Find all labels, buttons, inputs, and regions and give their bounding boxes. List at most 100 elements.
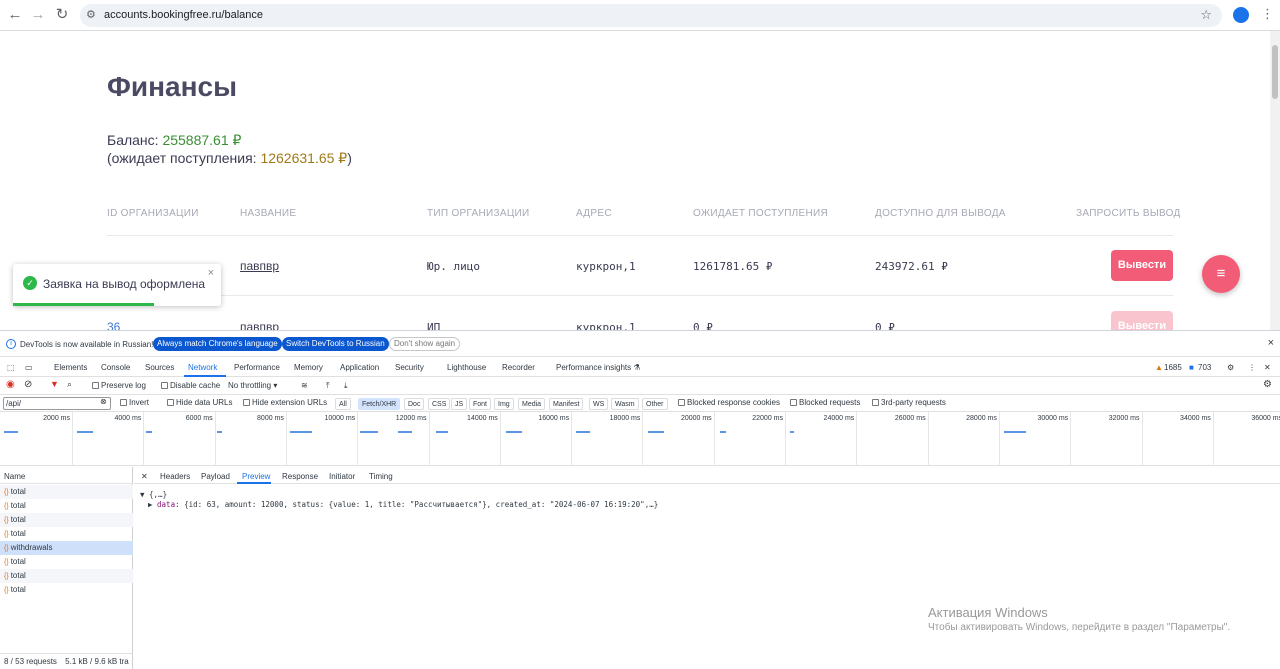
browser-menu-icon[interactable]: ⋮ xyxy=(1261,6,1274,22)
tab-memory[interactable]: Memory xyxy=(294,363,323,372)
notes-fab-icon[interactable]: ≡ xyxy=(1202,255,1240,293)
messages-count[interactable]: 703 xyxy=(1198,363,1211,372)
col-header-request: ЗАПРОСИТЬ ВЫВОД xyxy=(1076,208,1181,219)
device-toolbar-icon[interactable]: ▭ xyxy=(25,363,33,372)
type-filter-css[interactable]: CSS xyxy=(428,398,451,410)
site-settings-icon[interactable]: ⚙ xyxy=(86,8,96,21)
inspect-element-icon[interactable]: ⬚ xyxy=(7,363,15,372)
warning-icon[interactable]: ▲ xyxy=(1155,363,1163,372)
json-data-node[interactable]: ▶ data: {id: 63, amount: 12000, status: … xyxy=(148,500,658,509)
row1-name-link[interactable]: павпвр xyxy=(240,259,279,273)
type-filter-ws[interactable]: WS xyxy=(589,398,609,410)
withdraw-button-disabled[interactable]: Вывести xyxy=(1111,311,1173,330)
always-match-language-button[interactable]: Always match Chrome's language xyxy=(153,337,282,351)
url-text[interactable]: accounts.bookingfree.ru/balance xyxy=(104,9,263,21)
toast-close-icon[interactable]: × xyxy=(208,267,214,279)
preserve-log-checkbox[interactable]: Preserve log xyxy=(92,381,146,390)
row2-name-link[interactable]: павпвр xyxy=(240,320,279,330)
detail-tab-response[interactable]: Response xyxy=(282,472,318,481)
reload-icon[interactable]: ↻ xyxy=(53,6,71,24)
type-filter-manifest[interactable]: Manifest xyxy=(549,398,584,410)
tab-performance-insights[interactable]: Performance insights ⚗ xyxy=(556,363,641,372)
detail-tab-headers[interactable]: Headers xyxy=(160,472,190,481)
detail-tab-timing[interactable]: Timing xyxy=(369,472,393,481)
type-filter-media[interactable]: Media xyxy=(518,398,546,410)
type-filter-font[interactable]: Font xyxy=(469,398,492,410)
page-scrollbar[interactable] xyxy=(1270,31,1280,330)
bookmark-star-icon[interactable]: ☆ xyxy=(1200,7,1212,23)
json-root-node[interactable]: ▼ {,…} xyxy=(140,490,167,499)
profile-avatar[interactable] xyxy=(1233,7,1249,23)
export-har-icon[interactable]: ⤓ xyxy=(344,381,348,391)
tab-network[interactable]: Network xyxy=(188,363,217,372)
devtools-menu-icon[interactable]: ⋮ xyxy=(1248,363,1256,372)
detail-tab-payload[interactable]: Payload xyxy=(201,472,230,481)
hide-data-urls-checkbox[interactable]: Hide data URLs xyxy=(167,398,232,407)
detail-tab-initiator[interactable]: Initiator xyxy=(329,472,355,481)
tab-security[interactable]: Security xyxy=(395,363,424,372)
devtools-settings-gear-icon[interactable]: ⚙ xyxy=(1227,363,1234,372)
type-filter-js[interactable]: JS xyxy=(451,398,468,410)
clear-icon[interactable]: ⊘ xyxy=(24,379,32,390)
request-row[interactable]: {} total xyxy=(0,527,133,541)
tab-lighthouse[interactable]: Lighthouse xyxy=(447,363,486,372)
blocked-cookies-checkbox[interactable]: Blocked response cookies xyxy=(678,398,780,407)
type-filter-doc[interactable]: Doc xyxy=(404,398,425,410)
messages-icon[interactable]: ■ xyxy=(1189,363,1194,372)
blocked-requests-checkbox[interactable]: Blocked requests xyxy=(790,398,860,407)
timeline-gridline xyxy=(357,412,359,466)
request-name: total xyxy=(10,529,26,538)
detail-close-icon[interactable]: ✕ xyxy=(141,472,148,481)
tab-application[interactable]: Application xyxy=(340,363,379,372)
network-conditions-icon[interactable]: ≋ xyxy=(301,381,308,390)
request-row[interactable]: {} total xyxy=(0,499,133,513)
network-settings-gear-icon[interactable]: ⚙ xyxy=(1263,379,1272,390)
tab-performance[interactable]: Performance xyxy=(234,363,280,372)
name-column-header[interactable]: Name xyxy=(0,467,133,484)
tab-console[interactable]: Console xyxy=(101,363,130,372)
request-row[interactable]: {} total xyxy=(0,583,133,597)
json-expand-arrow[interactable]: ▶ xyxy=(148,500,157,509)
tab-sources[interactable]: Sources xyxy=(145,363,174,372)
hide-extension-urls-checkbox[interactable]: Hide extension URLs xyxy=(243,398,327,407)
disable-cache-checkbox[interactable]: Disable cache xyxy=(161,381,220,390)
timeline-tick-label: 18000 ms xyxy=(609,415,641,422)
scrollbar-thumb[interactable] xyxy=(1272,45,1278,99)
clear-filter-icon[interactable]: ⊗ xyxy=(100,397,107,406)
timeline-tick-label: 22000 ms xyxy=(752,415,783,422)
request-row[interactable]: {} withdrawals xyxy=(0,541,133,555)
tab-recorder[interactable]: Recorder xyxy=(502,363,535,372)
timeline-request-bar xyxy=(146,431,152,433)
type-filter-all[interactable]: All xyxy=(335,398,351,410)
type-filter-img[interactable]: Img xyxy=(494,398,514,410)
filter-icon[interactable]: ▼ xyxy=(50,379,59,389)
request-row[interactable]: {} total xyxy=(0,513,133,527)
network-timeline-overview[interactable]: 2000 ms 4000 ms 6000 ms 8000 ms 10000 ms 1200… xyxy=(0,412,1280,466)
request-row[interactable]: {} total xyxy=(0,569,133,583)
devtools-close-icon[interactable]: ✕ xyxy=(1264,363,1271,372)
xhr-icon: {} xyxy=(4,503,9,510)
detail-tab-preview[interactable]: Preview xyxy=(242,472,270,481)
type-filter-fetch-xhr[interactable]: Fetch/XHR xyxy=(358,398,401,410)
type-filter-wasm[interactable]: Wasm xyxy=(611,398,639,410)
throttling-select[interactable]: No throttling ▾ xyxy=(228,381,277,390)
back-icon[interactable]: ← xyxy=(6,6,24,24)
record-icon[interactable]: ◉ xyxy=(6,379,15,390)
third-party-checkbox[interactable]: 3rd-party requests xyxy=(872,398,946,407)
row2-id[interactable]: 36 xyxy=(107,320,120,330)
request-row[interactable]: {} total xyxy=(0,555,133,569)
forward-icon[interactable]: → xyxy=(29,6,47,24)
request-row[interactable]: {} total xyxy=(0,485,133,499)
dont-show-again-button[interactable]: Don't show again xyxy=(389,337,461,351)
warning-count[interactable]: 1685 xyxy=(1164,363,1182,372)
withdraw-button[interactable]: Вывести xyxy=(1111,250,1173,281)
infobar-close-icon[interactable]: × xyxy=(1268,337,1274,349)
switch-to-russian-button[interactable]: Switch DevTools to Russian xyxy=(282,337,389,351)
address-bar[interactable]: ⚙ accounts.bookingfree.ru/balance ☆ xyxy=(80,4,1222,27)
import-har-icon[interactable]: ⤒ xyxy=(326,381,330,391)
invert-checkbox[interactable]: Invert xyxy=(120,398,149,407)
type-filter-other[interactable]: Other xyxy=(642,398,668,410)
search-icon[interactable]: ⌕ xyxy=(67,379,72,390)
tab-elements[interactable]: Elements xyxy=(54,363,87,372)
filter-input[interactable]: /api/ xyxy=(3,397,111,410)
